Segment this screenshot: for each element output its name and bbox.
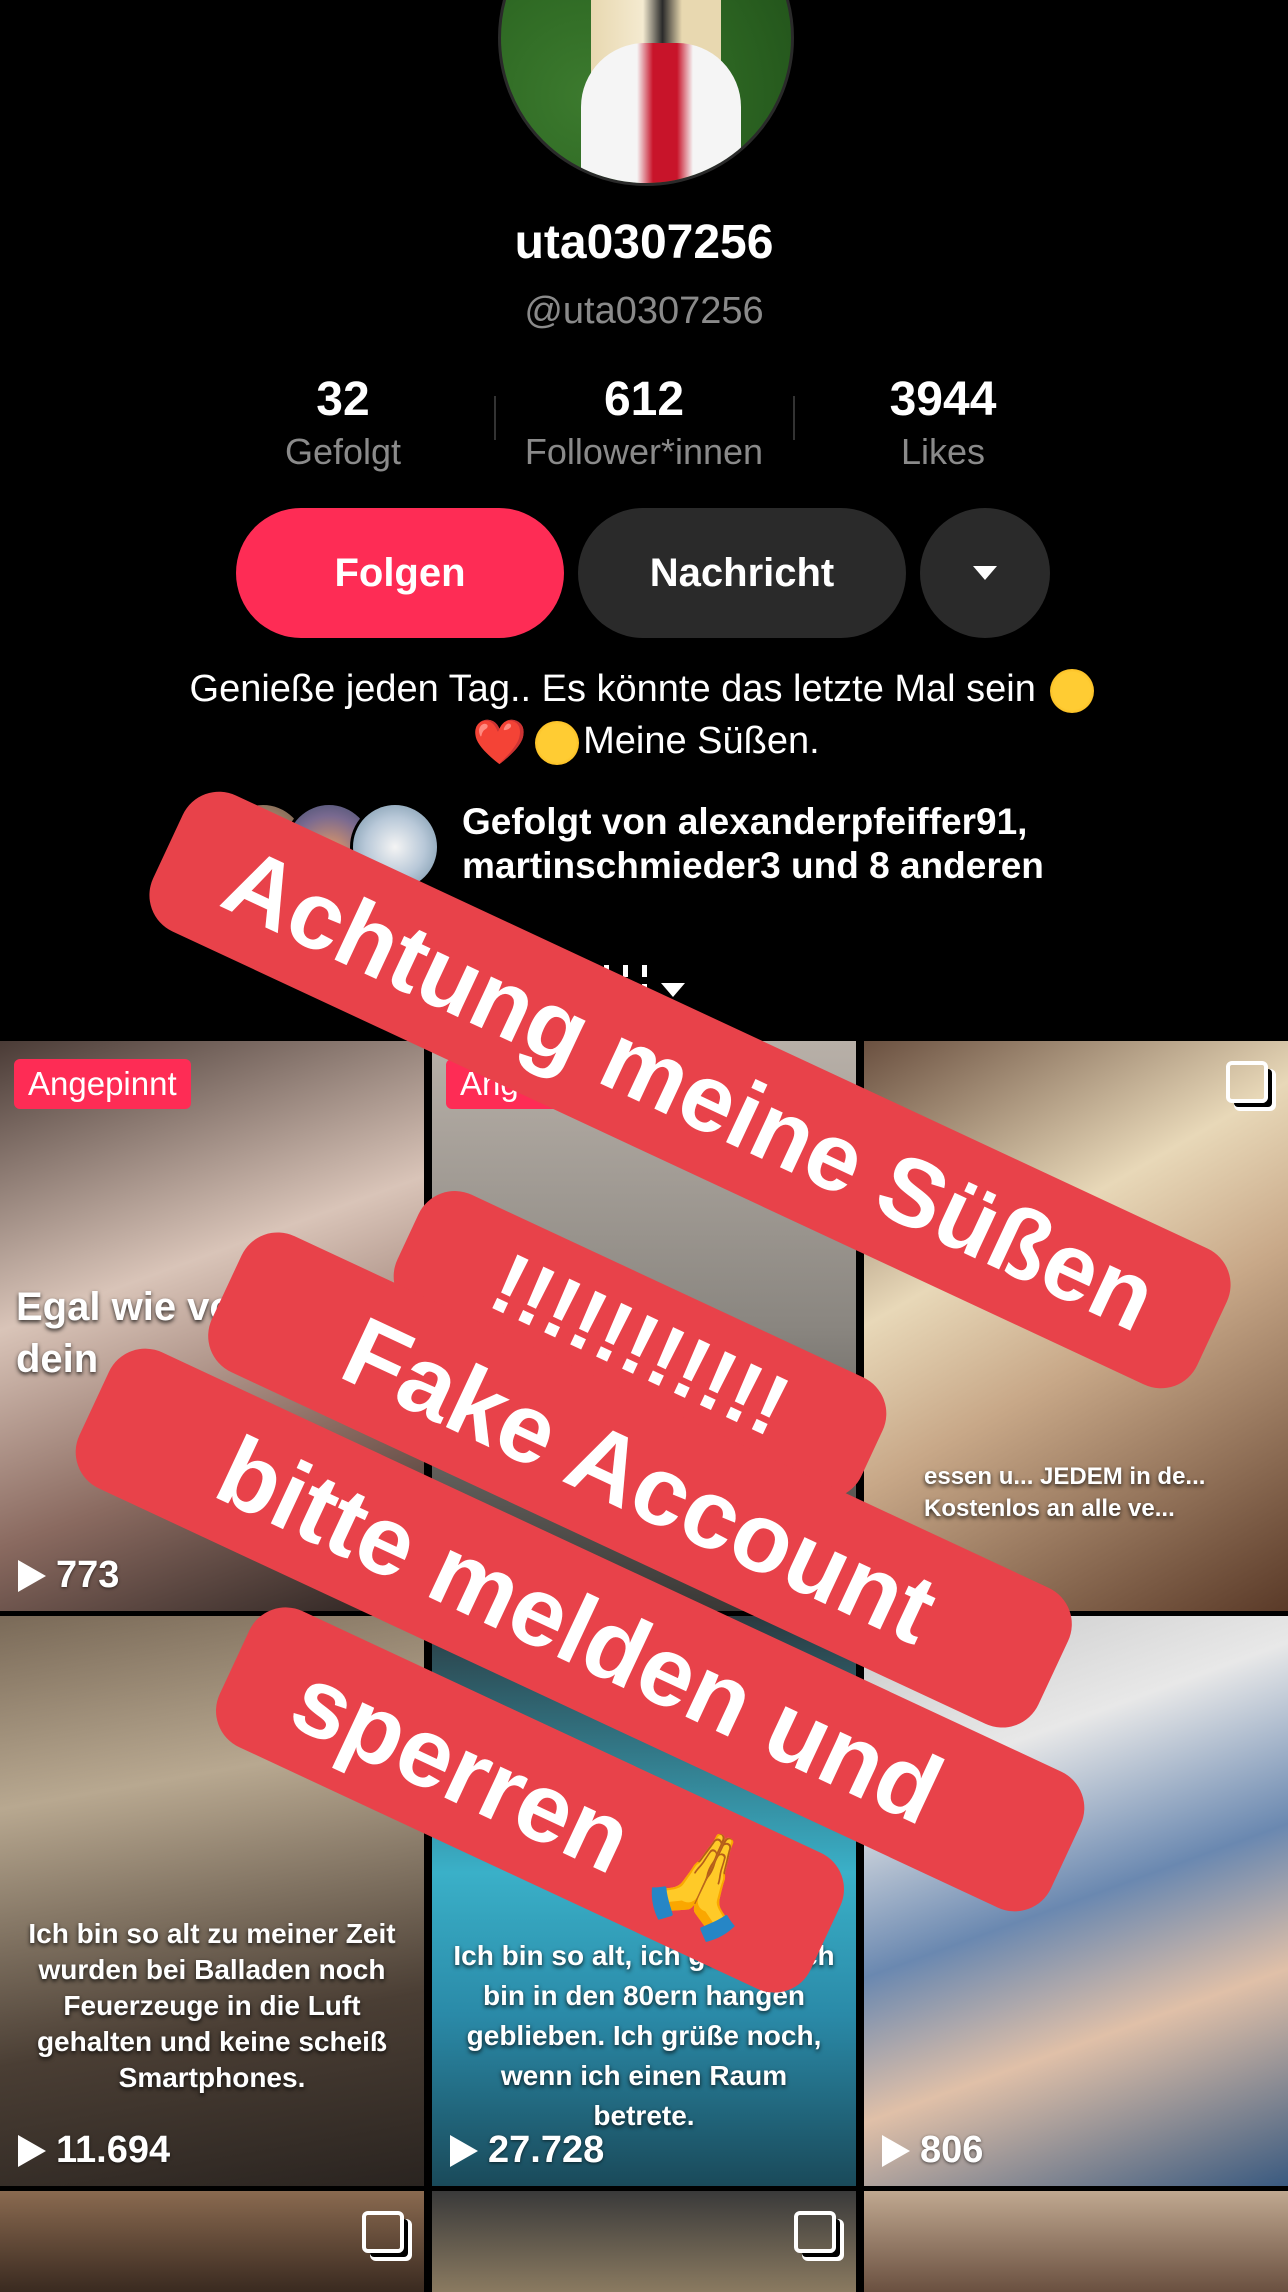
bio-line-1: Genieße jeden Tag.. Es könnte das letzte… [189, 668, 1036, 710]
video-tile[interactable] [432, 2191, 856, 2292]
more-options-button[interactable] [920, 508, 1050, 638]
multi-photo-icon [1226, 1061, 1268, 1103]
stat-following-count: 32 [316, 373, 370, 426]
followed-by-text[interactable]: Gefolgt von alexanderpfeiffer91, martins… [462, 800, 1262, 888]
pinned-badge: Angepinnt [14, 1059, 191, 1109]
red-heart-icon: ❤️ [472, 717, 528, 767]
view-count: 773 [18, 1554, 119, 1597]
tile-caption: essen u... JEDEM in de... Kostenlos an a… [924, 1463, 1206, 1522]
followed-by-line-2: martinschmieder3 und 8 anderen [462, 845, 1044, 886]
play-icon [18, 2134, 46, 2167]
stat-likes-count: 3944 [889, 373, 997, 426]
video-tile[interactable] [864, 2191, 1288, 2292]
message-button[interactable]: Nachricht [578, 508, 906, 638]
play-icon [450, 2134, 478, 2167]
profile-bio: Genieße jeden Tag.. Es könnte das letzte… [0, 663, 1288, 767]
play-icon [18, 1559, 46, 1592]
profile-avatar[interactable] [498, 0, 794, 186]
followed-by-line-1: Gefolgt von alexanderpfeiffer91, [462, 801, 1028, 842]
play-icon [882, 2134, 910, 2167]
stat-followers-label: Follower*innen [524, 431, 764, 472]
view-count: 27.728 [450, 2129, 604, 2172]
caret-down-icon [973, 566, 997, 580]
tile-caption: Ich bin so alt zu meiner Zeit wurden bei… [28, 1918, 396, 2093]
view-count: 11.694 [18, 2129, 170, 2172]
stat-likes[interactable]: 3944 Likes [793, 372, 1093, 473]
stat-likes-label: Likes [900, 431, 986, 472]
profile-display-name: uta0307256 [514, 216, 774, 269]
multi-photo-icon [794, 2211, 836, 2253]
view-count: 806 [882, 2129, 983, 2172]
smiling-face-with-hearts-icon [1050, 668, 1095, 713]
multi-photo-icon [362, 2211, 404, 2253]
stat-followers-count: 612 [603, 373, 685, 426]
stat-followers[interactable]: 612 Follower*innen [494, 372, 794, 473]
stat-following[interactable]: 32 Gefolgt [193, 372, 493, 473]
avatar-clothing [581, 43, 741, 183]
video-tile[interactable]: 806 [864, 1616, 1288, 2186]
video-tile[interactable] [0, 2191, 424, 2292]
bio-line-2: Meine Süßen. [583, 720, 820, 762]
stat-following-label: Gefolgt [284, 431, 402, 472]
heart-eyes-icon [535, 720, 580, 765]
follow-button[interactable]: Folgen [236, 508, 564, 638]
profile-handle: @uta0307256 [524, 290, 764, 332]
